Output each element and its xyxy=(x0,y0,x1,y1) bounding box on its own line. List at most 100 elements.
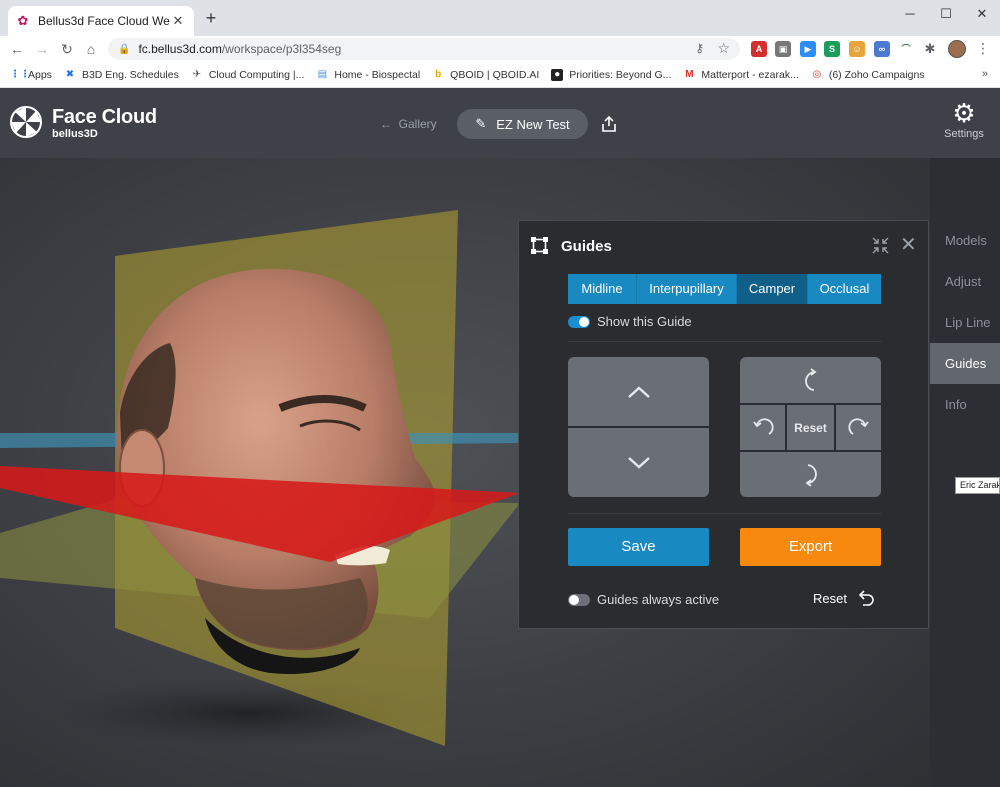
bookmarks-bar: ⋮⋮ Apps ✖ B3D Eng. Schedules ✈ Cloud Comput… xyxy=(0,62,1000,88)
cloud-icon: ✈ xyxy=(192,68,202,80)
gallery-link[interactable]: ← Gallery xyxy=(380,117,437,131)
bookmark-label: (6) Zoho Campaigns xyxy=(828,68,925,81)
project-name: EZ New Test xyxy=(496,116,570,132)
rotate-ccw-button[interactable] xyxy=(740,405,785,450)
nav-guides[interactable]: Guides xyxy=(930,343,1000,384)
move-controls xyxy=(568,357,709,497)
bookmark-zoho[interactable]: ◎ (6) Zoho Campaigns xyxy=(811,68,925,81)
reset-button[interactable]: Reset xyxy=(813,589,875,607)
guide-type-tabs: Midline Interpupillary Camper Occlusal xyxy=(568,274,881,304)
biospectal-icon: ▤ xyxy=(317,68,328,80)
home-icon[interactable]: ⌂ xyxy=(82,40,100,58)
bookmark-label: B3D Eng. Schedules xyxy=(81,68,179,81)
face-extension-icon[interactable]: ☺ xyxy=(849,41,865,57)
bookmark-star-icon[interactable]: ☆ xyxy=(717,40,730,57)
rotate-ccw-icon xyxy=(752,417,774,435)
move-up-button[interactable] xyxy=(568,357,709,426)
rotate-forward-icon xyxy=(804,368,816,391)
always-active-row: Guides always active xyxy=(568,592,719,607)
tab-occlusal[interactable]: Occlusal xyxy=(808,274,881,304)
tab-title: Bellus3d Face Cloud Webapp xyxy=(38,14,170,28)
profile-avatar[interactable] xyxy=(948,40,966,58)
close-icon[interactable]: ✕ xyxy=(900,235,917,255)
nav-lip-line[interactable]: Lip Line xyxy=(930,302,1000,343)
maximize-icon[interactable]: ☐ xyxy=(928,0,964,28)
bookmarks-overflow-icon[interactable]: » xyxy=(982,68,988,80)
sidenav-spacer xyxy=(930,158,1000,220)
s-extension-icon[interactable]: S xyxy=(824,41,840,57)
browser-tab[interactable]: ✿ Bellus3d Face Cloud Webapp ✕ xyxy=(8,6,194,36)
app-header: Face Cloud bellus3D ← Gallery ✎ EZ New T… xyxy=(0,88,1000,158)
bookmark-b3d-schedules[interactable]: ✖ B3D Eng. Schedules xyxy=(64,69,179,81)
reset-label: Reset xyxy=(813,590,847,606)
tab-camper[interactable]: Camper xyxy=(737,274,808,304)
project-name-button[interactable]: ✎ EZ New Test xyxy=(457,109,588,139)
bookmark-label: Cloud Computing |... xyxy=(208,68,305,81)
rotate-back-button[interactable] xyxy=(740,452,881,497)
tab-close-icon[interactable]: ✕ xyxy=(170,13,186,29)
bookmark-qboid[interactable]: b QBOID | QBOID.AI xyxy=(432,69,539,81)
tab-interpupillary[interactable]: Interpupillary xyxy=(637,274,737,304)
reload-icon[interactable]: ↻ xyxy=(58,40,76,58)
save-button[interactable]: Save xyxy=(568,528,709,566)
lock-icon: 🔒 xyxy=(118,43,131,55)
back-icon[interactable]: ← xyxy=(8,40,26,58)
bookmark-apps[interactable]: ⋮⋮ Apps xyxy=(10,69,52,81)
chevron-up-icon xyxy=(627,385,650,398)
bookmark-label: Home - Biospectal xyxy=(334,68,421,81)
rotate-forward-button[interactable] xyxy=(740,357,881,403)
puzzle-extension-icon[interactable]: ✱ xyxy=(922,41,938,57)
pdf-extension-icon[interactable]: A xyxy=(751,41,767,57)
extension-box-icon[interactable]: ▣ xyxy=(775,41,791,57)
arrow-left-icon: ← xyxy=(380,117,392,131)
settings-button[interactable]: ⚙ Settings xyxy=(938,98,990,140)
panel-title: Guides xyxy=(561,238,612,255)
rotate-controls: Reset xyxy=(740,357,881,497)
nav-models[interactable]: Models xyxy=(930,220,1000,261)
brand-name: Face Cloud xyxy=(52,106,157,128)
browser-tab-bar: ✿ Bellus3d Face Cloud Webapp ✕ + ─ ☐ ✕ xyxy=(0,0,1000,36)
x-logo-icon: ✖ xyxy=(65,68,75,80)
address-bar[interactable]: 🔒 fc.bellus3d.com/workspace/p3l354seg ⚷ … xyxy=(108,38,740,60)
link-extension-icon[interactable]: ∞ xyxy=(874,41,890,57)
always-active-label: Guides always active xyxy=(597,592,720,607)
window-close-icon[interactable]: ✕ xyxy=(964,0,1000,28)
gmail-icon: M xyxy=(685,68,694,80)
chart-extension-icon[interactable]: ⌒ xyxy=(898,41,914,57)
bookmark-cloud-computing[interactable]: ✈ Cloud Computing |... xyxy=(191,69,305,81)
brand-subtitle: bellus3D xyxy=(52,128,98,140)
share-icon[interactable] xyxy=(601,115,617,133)
user-tooltip: Eric Zarak xyxy=(955,477,1000,494)
show-guide-toggle[interactable] xyxy=(568,315,590,328)
tab-midline[interactable]: Midline xyxy=(568,274,637,304)
rotate-cw-button[interactable] xyxy=(836,405,881,450)
bookmark-biospectal[interactable]: ▤ Home - Biospectal xyxy=(316,68,421,81)
apps-grid-icon: ⋮⋮ xyxy=(10,68,30,80)
rotate-reset-button[interactable]: Reset xyxy=(787,405,834,450)
divider xyxy=(568,341,881,342)
compress-icon[interactable] xyxy=(872,237,889,254)
forward-icon[interactable]: → xyxy=(33,40,51,58)
password-key-icon[interactable]: ⚷ xyxy=(695,41,704,55)
bookmark-label: Matterport - ezarak... xyxy=(701,68,799,81)
zoom-extension-icon[interactable]: ▶ xyxy=(800,41,816,57)
export-button[interactable]: Export xyxy=(740,528,881,566)
show-guide-row: Show this Guide xyxy=(568,314,692,329)
url-host: fc.bellus3d.com xyxy=(138,42,222,56)
nav-adjust[interactable]: Adjust xyxy=(930,261,1000,302)
priorities-icon: ● xyxy=(551,68,564,81)
bookmark-label: Apps xyxy=(28,68,52,81)
always-active-toggle[interactable] xyxy=(568,593,590,606)
settings-label: Settings xyxy=(944,128,984,140)
bellus3d-logo-icon xyxy=(10,106,42,138)
bookmark-matterport[interactable]: M Matterport - ezarak... xyxy=(683,68,799,81)
new-tab-button[interactable]: + xyxy=(202,9,220,27)
bookmark-priorities[interactable]: ● Priorities: Beyond G... xyxy=(551,68,671,81)
move-down-button[interactable] xyxy=(568,428,709,497)
side-nav: Models Adjust Lip Line Guides Info xyxy=(930,158,1000,787)
nav-info[interactable]: Info xyxy=(930,384,1000,425)
bellus-favicon-icon: ✿ xyxy=(17,13,29,28)
rotate-back-icon xyxy=(805,463,817,487)
minimize-icon[interactable]: ─ xyxy=(892,0,928,28)
browser-menu-icon[interactable]: ⋮ xyxy=(976,40,990,57)
